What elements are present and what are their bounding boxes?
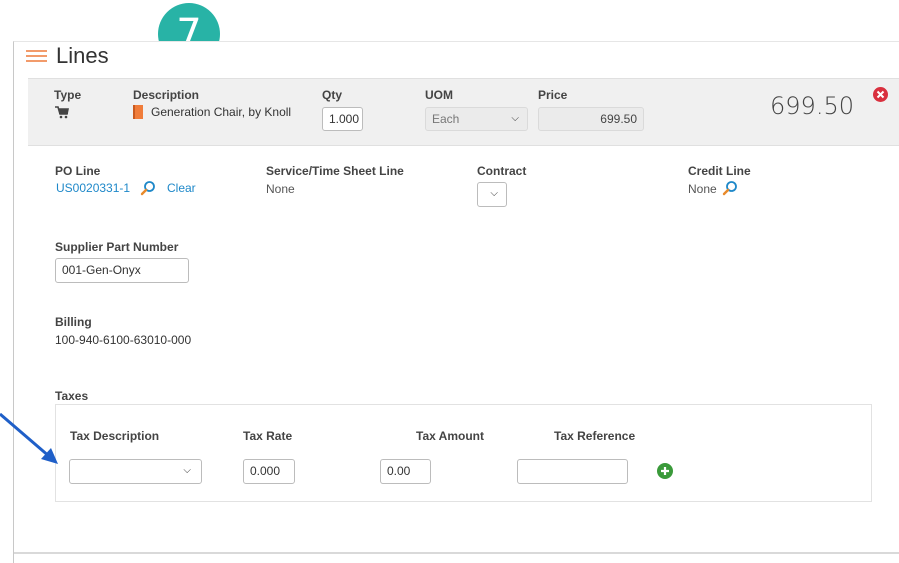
price-input: 699.50 [538, 107, 644, 131]
credit-line-label: Credit Line [688, 164, 751, 178]
taxes-box [55, 404, 872, 502]
lines-section-icon [26, 50, 47, 63]
tax-amount-header: Tax Amount [416, 429, 484, 443]
service-value: None [266, 182, 295, 196]
uom-label: UOM [425, 88, 453, 102]
description-label: Description [133, 88, 200, 102]
type-label: Type [54, 88, 82, 102]
taxes-title: Taxes [55, 389, 89, 403]
chevron-down-icon: ⌵ [490, 188, 498, 199]
chevron-down-icon: ⌵ [511, 113, 519, 124]
search-icon[interactable] [722, 180, 738, 196]
supplier-part-input[interactable]: 001-Gen-Onyx [55, 258, 189, 283]
tax-reference-input[interactable] [517, 459, 628, 484]
tax-rate-header: Tax Rate [243, 429, 293, 443]
tax-description-select[interactable]: ⌵ [69, 459, 202, 484]
qty-label: Qty [322, 88, 343, 102]
billing-value: 100-940-6100-63010-000 [55, 333, 192, 347]
contract-select[interactable]: ⌵ [477, 182, 507, 207]
chevron-down-icon: ⌵ [183, 465, 191, 476]
tax-reference-header: Tax Reference [554, 429, 636, 443]
tax-amount-input[interactable]: 0.00 [380, 459, 431, 484]
qty-input[interactable]: 1.000 [322, 107, 363, 131]
search-icon[interactable] [140, 180, 156, 196]
clear-link[interactable]: Clear [167, 181, 196, 195]
remove-line-icon[interactable] [873, 87, 888, 102]
panel-bottom-border [14, 552, 899, 554]
uom-select[interactable]: Each ⌵ [425, 107, 528, 131]
cart-icon [54, 104, 70, 120]
add-tax-icon[interactable] [657, 463, 673, 479]
supplier-part-label: Supplier Part Number [55, 240, 179, 254]
uom-value: Each [432, 112, 460, 126]
catalog-item-icon [133, 105, 143, 119]
credit-line-value: None [688, 182, 717, 196]
description-value: Generation Chair, by Knoll [151, 105, 292, 119]
tax-description-header: Tax Description [70, 429, 160, 443]
billing-label: Billing [55, 315, 92, 329]
tax-rate-input[interactable]: 0.000 [243, 459, 295, 484]
price-label: Price [538, 88, 568, 102]
service-label: Service/Time Sheet Line [266, 164, 404, 178]
annotation-arrow-icon [0, 410, 70, 470]
contract-label: Contract [477, 164, 527, 178]
po-line-link[interactable]: US0020331-1 [56, 181, 130, 195]
line-total: 699.50 [770, 92, 854, 120]
section-title: Lines [56, 43, 109, 68]
po-line-label: PO Line [55, 164, 101, 178]
